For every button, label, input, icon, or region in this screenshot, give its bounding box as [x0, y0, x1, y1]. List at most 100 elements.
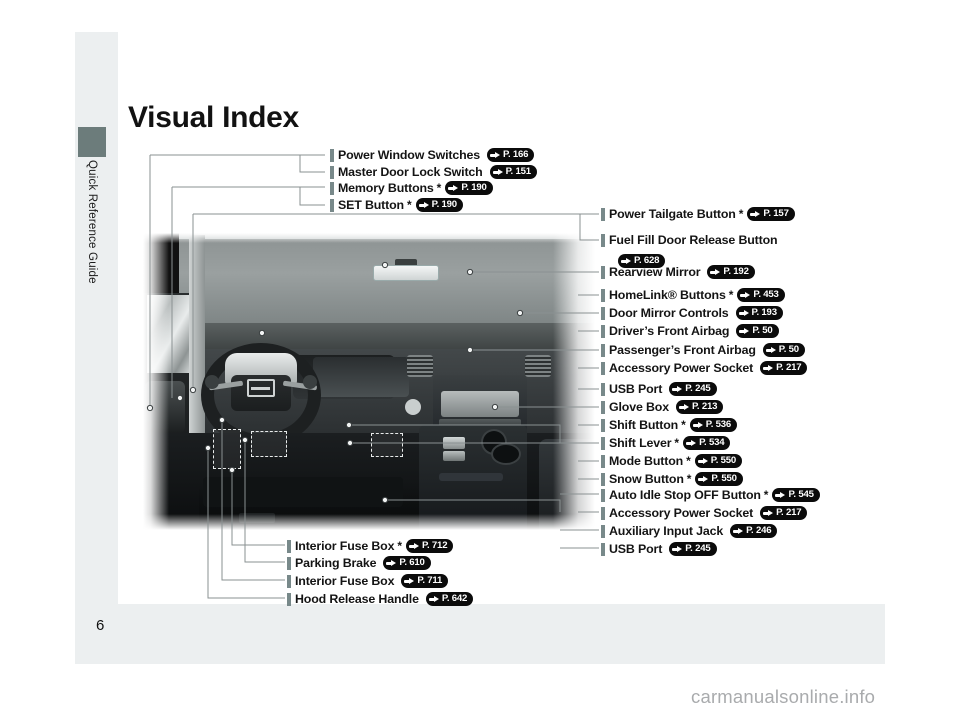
callout-usb-port-lower[interactable]: USB Port P. 245: [601, 542, 717, 556]
optional-marker: *: [674, 436, 680, 450]
arrow-right-icon: [418, 201, 430, 209]
section-tab-label-wrap: Quick Reference Guide: [78, 160, 106, 360]
watermark: carmanualsonline.info: [691, 686, 876, 707]
callout-auxiliary-input-jack[interactable]: Auxiliary Input Jack P. 246: [601, 524, 778, 538]
bullet-marker: [601, 454, 605, 468]
page-ref-badge[interactable]: P. 190: [445, 181, 493, 195]
callout-interior-fuse-box[interactable]: Interior Fuse Box P. 711: [287, 574, 449, 588]
page-ref-badge[interactable]: P. 192: [707, 265, 755, 279]
arrow-right-icon: [404, 577, 415, 585]
page-ref-text: P. 190: [461, 182, 487, 194]
page-ref-badge[interactable]: P. 50: [736, 324, 779, 338]
page-ref-badge[interactable]: P. 610: [383, 556, 431, 570]
optional-marker: *: [686, 454, 691, 468]
page-ref-text: P. 213: [691, 401, 718, 413]
callout-label: Interior Fuse Box: [295, 574, 395, 588]
page-ref-text: P. 712: [422, 540, 448, 552]
callout-label: HomeLink® Buttons: [609, 288, 726, 302]
callout-mode-button[interactable]: Mode Button * P. 550: [601, 454, 743, 468]
page-ref-badge[interactable]: P. 166: [487, 148, 535, 162]
callout-glove-box[interactable]: Glove Box P. 213: [601, 400, 724, 414]
callout-usb-port-upper[interactable]: USB Port P. 245: [601, 382, 717, 396]
callout-door-mirror-controls[interactable]: Door Mirror Controls P. 193: [601, 306, 783, 320]
bullet-marker: [601, 400, 605, 414]
bullet-marker: [287, 539, 291, 553]
page-ref-badge[interactable]: P. 246: [730, 524, 778, 538]
page-ref-badge[interactable]: P. 193: [735, 306, 783, 320]
callout-memory-buttons[interactable]: Memory Buttons * P. 190: [330, 181, 493, 195]
page-ref-badge[interactable]: P. 711: [401, 574, 449, 588]
callout-label: Memory Buttons: [338, 181, 434, 195]
page-ref-badge[interactable]: P. 217: [760, 361, 808, 375]
arrow-right-icon: [739, 327, 750, 335]
callout-drivers-front-airbag[interactable]: Driver’s Front Airbag P. 50: [601, 324, 779, 338]
page-ref-badge[interactable]: P. 550: [694, 454, 743, 468]
page-ref-badge[interactable]: P. 545: [772, 488, 820, 502]
page-ref-badge[interactable]: P. 534: [683, 436, 731, 450]
callout-accessory-power-socket-upper[interactable]: Accessory Power Socket P. 217: [601, 361, 808, 375]
arrow-right-icon: [775, 491, 786, 499]
callout-snow-button[interactable]: Snow Button * P. 550: [601, 472, 743, 486]
rearview-mirror-in-photo: [373, 265, 439, 281]
page-ref-badge[interactable]: P. 245: [669, 542, 717, 556]
callout-label: USB Port: [609, 382, 663, 396]
page-title: Visual Index: [128, 101, 299, 134]
bullet-marker: [287, 592, 291, 606]
page-ref-badge[interactable]: P. 190: [415, 198, 463, 212]
arrow-right-icon: [428, 595, 440, 603]
callout-rearview-mirror[interactable]: Rearview Mirror P. 192: [601, 265, 755, 279]
shift-lever-in-photo: [443, 451, 465, 461]
page-ref-badge[interactable]: P. 712: [406, 539, 454, 553]
callout-label: Passenger’s Front Airbag: [609, 343, 756, 357]
page-ref-text: P. 711: [417, 575, 443, 587]
callout-auto-idle-stop-off-button[interactable]: Auto Idle Stop OFF Button * P. 545: [601, 488, 820, 502]
page-ref-text: P. 550: [711, 473, 737, 485]
callout-fuel-fill-door-release-button[interactable]: Fuel Fill Door Release Button: [601, 233, 780, 247]
page-ref-badge[interactable]: P. 245: [669, 382, 717, 396]
callout-master-door-lock-switch[interactable]: Master Door Lock Switch P. 151: [330, 165, 537, 179]
callout-hood-release-handle[interactable]: Hood Release Handle P. 642: [287, 592, 474, 606]
callout-shift-lever[interactable]: Shift Lever * P. 534: [601, 436, 731, 450]
callout-label: Power Tailgate Button: [609, 207, 736, 221]
bullet-marker: [601, 472, 605, 486]
bullet-marker: [330, 148, 334, 162]
page-ref-text: P. 151: [505, 166, 532, 178]
callout-accessory-power-socket-lower[interactable]: Accessory Power Socket P. 217: [601, 506, 808, 520]
page-ref-badge[interactable]: P. 213: [675, 400, 724, 414]
arrow-right-icon: [733, 527, 744, 535]
callout-set-button[interactable]: SET Button * P. 190: [330, 198, 463, 212]
page-ref-badge[interactable]: P. 151: [489, 165, 537, 179]
arrow-right-icon: [621, 257, 632, 265]
page-ref-badge[interactable]: P. 50: [762, 343, 805, 357]
bullet-marker: [601, 488, 605, 502]
callout-shift-button[interactable]: Shift Button * P. 536: [601, 418, 738, 432]
bullet-marker: [601, 418, 605, 432]
callout-label: Driver’s Front Airbag: [609, 324, 730, 338]
callout-label: Master Door Lock Switch: [338, 165, 483, 179]
page-ref-text: P. 536: [705, 419, 732, 431]
bullet-marker: [601, 265, 605, 279]
bullet-marker: [330, 181, 334, 195]
page-ref-text: P. 545: [788, 489, 814, 501]
page-ref-text: P. 157: [763, 208, 789, 220]
callout-parking-brake[interactable]: Parking Brake P. 610: [287, 556, 431, 570]
page-ref-text: P. 534: [699, 437, 725, 449]
callout-label: Power Window Switches: [338, 148, 481, 162]
callout-power-tailgate-button[interactable]: Power Tailgate Button * P. 157: [601, 207, 795, 221]
page-ref-badge[interactable]: P. 157: [747, 207, 795, 221]
callout-interior-fuse-box-optional[interactable]: Interior Fuse Box * P. 712: [287, 539, 454, 553]
page-ref-badge[interactable]: P. 536: [689, 418, 738, 432]
page-ref-badge[interactable]: P. 642: [425, 592, 474, 606]
callout-homelink-buttons[interactable]: HomeLink® Buttons * P. 453: [601, 288, 785, 302]
page-ref-text: P. 217: [776, 362, 802, 374]
arrow-right-icon: [409, 542, 420, 550]
arrow-right-icon: [386, 559, 397, 567]
callout-label: Accessory Power Socket: [609, 506, 754, 520]
page-ref-badge[interactable]: P. 217: [760, 506, 808, 520]
page-ref-badge[interactable]: P. 453: [737, 288, 785, 302]
arrow-right-icon: [738, 309, 750, 317]
callout-passengers-front-airbag[interactable]: Passenger’s Front Airbag P. 50: [601, 343, 805, 357]
optional-marker: *: [763, 488, 769, 502]
page-ref-badge[interactable]: P. 550: [695, 472, 743, 486]
callout-power-window-switches[interactable]: Power Window Switches P. 166: [330, 148, 535, 162]
